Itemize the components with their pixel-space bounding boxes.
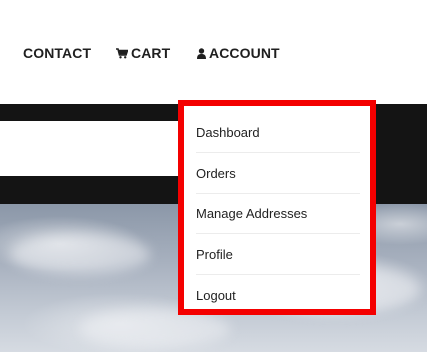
nav-account-link[interactable]: ACCOUNT [197,44,280,62]
menu-item-label: Logout [196,287,236,303]
menu-item-label: Manage Addresses [196,206,308,221]
menu-item-label: Orders [196,166,236,181]
menu-item-profile[interactable]: Profile [196,235,360,275]
account-dropdown-menu: Dashboard Orders Manage Addresses Profil… [178,100,376,315]
search-area[interactable] [0,121,190,176]
nav-contact-label: CONTACT [23,45,92,61]
menu-item-label: Profile [196,247,233,262]
menu-item-logout[interactable]: Logout [196,275,360,315]
nav-contact-link[interactable]: CONTACT [23,44,91,62]
menu-item-manage-addresses[interactable]: Manage Addresses [196,194,360,234]
cart-icon [116,47,128,59]
nav-cart-link[interactable]: CART [116,44,170,62]
menu-item-dashboard[interactable]: Dashboard [196,113,360,153]
menu-item-label: Dashboard [196,125,260,140]
nav-cart-label: CART [131,45,171,61]
menu-item-orders[interactable]: Orders [196,154,360,194]
nav-account-label: ACCOUNT [209,45,280,61]
user-icon [197,47,206,59]
top-navigation: CONTACT CART ACCOUNT [0,0,427,104]
